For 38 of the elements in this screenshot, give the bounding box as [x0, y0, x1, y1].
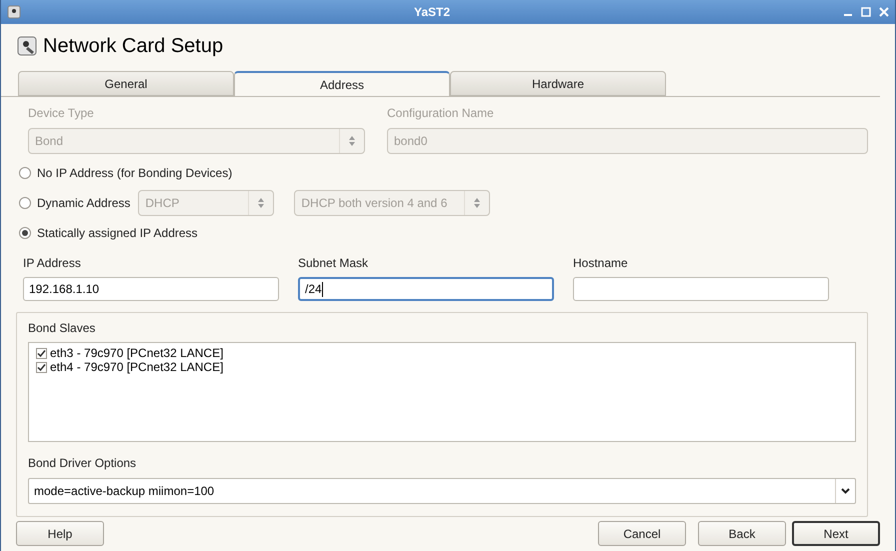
input-field[interactable]: 192.168.1.10: [23, 277, 279, 301]
field-label: IP Address: [23, 255, 82, 272]
app-icon: [7, 5, 21, 19]
radio-label[interactable]: No IP Address (for Bonding Devices): [37, 164, 232, 182]
combo-box[interactable]: mode=active-backup miimon=100: [28, 478, 856, 504]
tab[interactable]: General: [18, 71, 234, 96]
dialog-button[interactable]: Help: [16, 521, 104, 546]
group-label: Bond Slaves: [28, 320, 96, 337]
radio-label[interactable]: Dynamic Address: [37, 194, 130, 212]
field-label: Subnet Mask: [298, 255, 370, 272]
field-label: Configuration Name: [387, 105, 495, 122]
tab[interactable]: Hardware: [450, 71, 666, 96]
radio-button[interactable]: [19, 227, 31, 239]
radio-label[interactable]: Statically assigned IP Address: [37, 224, 198, 242]
list-item[interactable]: eth4 - 79c970 [PCnet32 LANCE]: [36, 360, 855, 374]
spinner-arrows-icon: [348, 135, 356, 147]
list-item[interactable]: eth3 - 79c970 [PCnet32 LANCE]: [36, 346, 855, 360]
radio-button[interactable]: [19, 167, 31, 179]
dialog-button[interactable]: Cancel: [598, 521, 686, 546]
network-card-icon: [17, 36, 37, 56]
input-field[interactable]: [573, 277, 829, 301]
checkbox[interactable]: [36, 362, 47, 372]
input-field[interactable]: /24: [298, 277, 554, 301]
close-icon[interactable]: [879, 7, 889, 17]
radio-button[interactable]: [19, 197, 31, 209]
field-label: Device Type: [28, 105, 95, 122]
field-label: Hostname: [573, 255, 629, 272]
checkbox[interactable]: [36, 348, 47, 358]
spinner-arrows-icon: [257, 197, 266, 209]
dialog-button[interactable]: Back: [698, 521, 786, 546]
maximize-icon[interactable]: [861, 7, 871, 17]
chevron-down-icon: [841, 488, 850, 494]
spinner-arrows-icon: [473, 197, 482, 209]
dialog-button[interactable]: Next: [792, 521, 880, 546]
page-title: Network Card Setup: [43, 34, 224, 59]
window-title: YaST2: [412, 4, 452, 21]
group-label: Bond Driver Options: [28, 455, 138, 472]
tab[interactable]: Address: [234, 71, 450, 96]
